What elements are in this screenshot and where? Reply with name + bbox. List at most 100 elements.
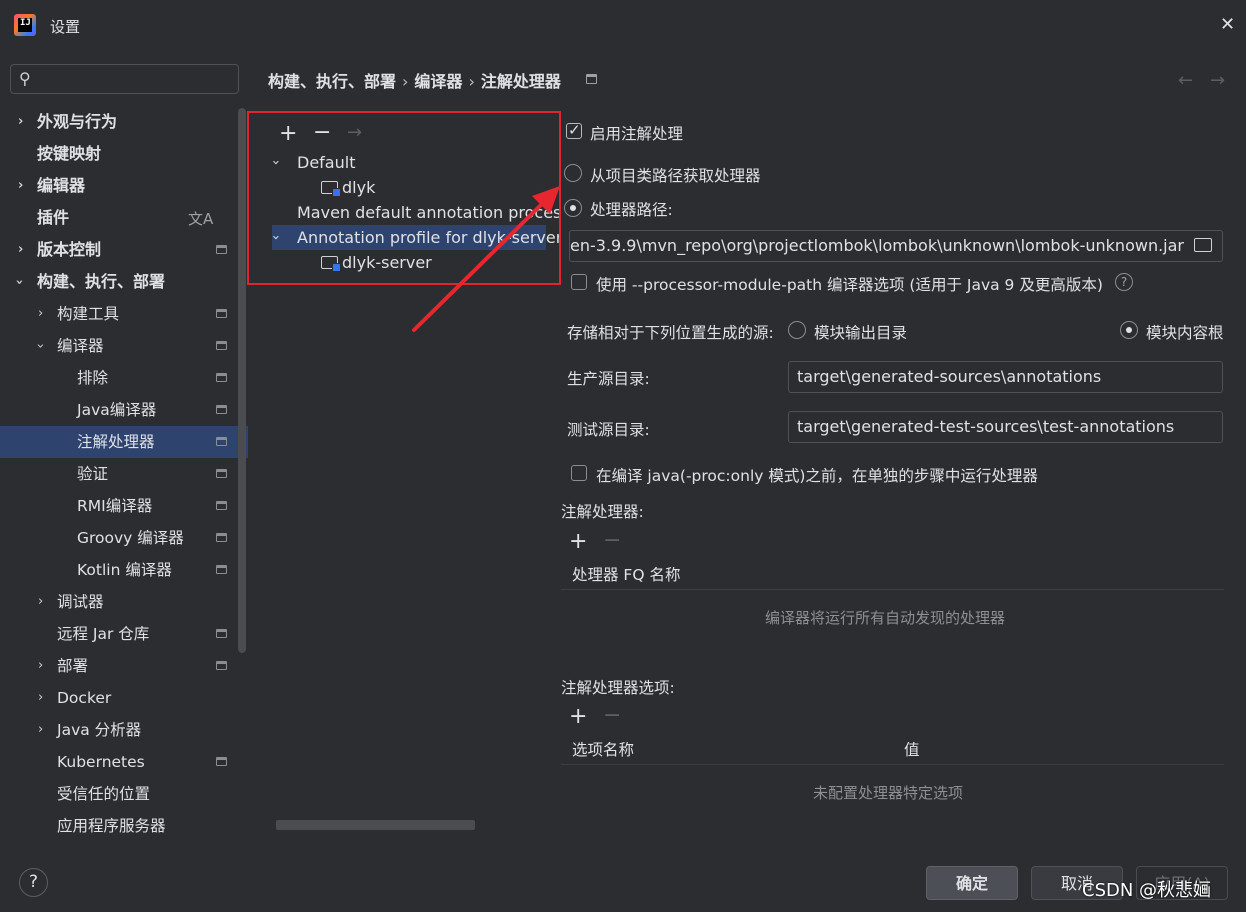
sidebar-item-excludes[interactable]: 排除 [0, 362, 248, 394]
processors-empty-text: 编译器将运行所有自动发现的处理器 [765, 609, 1006, 627]
sidebar-item-label: 受信任的位置 [57, 785, 151, 803]
column-header-option-name[interactable]: 选项名称 [572, 735, 634, 765]
tree-row-maven-default[interactable]: Maven default annotation processors prof… [249, 200, 559, 225]
module-content-root-label: 模块内容根 [1146, 324, 1224, 342]
proc-only-label: 在编译 java(-proc:only 模式)之前，在单独的步骤中运行处理器 [596, 467, 1038, 485]
project-level-icon [586, 74, 597, 84]
column-header-value[interactable]: 值 [904, 735, 920, 765]
production-sources-input[interactable]: target\generated-sources\annotations [788, 361, 1223, 393]
sidebar-item-application-servers[interactable]: 应用程序服务器 [0, 810, 248, 842]
sidebar-item-label: Kubernetes [57, 753, 145, 771]
ok-button[interactable]: 确定 [926, 866, 1018, 900]
sidebar-item-appearance[interactable]: › 外观与行为 [0, 106, 248, 138]
column-header-fq-name[interactable]: 处理器 FQ 名称 [572, 560, 680, 590]
sidebar-item-label: 编译器 [57, 337, 104, 355]
processor-path-radio[interactable] [564, 199, 582, 217]
move-profile-button[interactable]: → [347, 122, 362, 144]
remove-profile-button[interactable]: − [313, 122, 331, 144]
breadcrumb: 构建、执行、部署 › 编译器 › 注解处理器 [268, 68, 561, 92]
enable-processing-checkbox[interactable] [566, 121, 582, 139]
tree-row-module[interactable]: dlyk [249, 175, 559, 200]
processors-table-header: 处理器 FQ 名称 [561, 560, 1224, 590]
sidebar-item-label: 验证 [77, 465, 109, 483]
sidebar-item-label: 应用程序服务器 [57, 817, 166, 835]
sidebar-item-rmi-compiler[interactable]: RMI编译器 [0, 490, 248, 522]
chevron-down-icon: › [268, 234, 284, 241]
sidebar-item-label: RMI编译器 [77, 497, 153, 515]
tree-row-default[interactable]: › Default [249, 150, 559, 175]
sidebar-item-groovy-compiler[interactable]: Groovy 编译器 [0, 522, 248, 554]
sidebar-item-label: Kotlin 编译器 [77, 561, 172, 579]
profile-tree-scrollbar[interactable] [276, 820, 475, 830]
sidebar-item-java-compiler[interactable]: Java编译器 [0, 394, 248, 426]
module-folder-icon [321, 181, 341, 197]
arrow-right-icon[interactable]: → [1210, 70, 1225, 91]
sidebar-item-label: Java 分析器 [57, 721, 142, 739]
sidebar-item-editor[interactable]: › 编辑器 [0, 170, 248, 202]
test-sources-input[interactable]: target\generated-test-sources\test-annot… [788, 411, 1223, 443]
sidebar-item-validation[interactable]: 验证 [0, 458, 248, 490]
module-path-checkbox[interactable] [571, 274, 587, 290]
intellij-logo-icon: IJ [14, 14, 36, 36]
arrow-left-icon[interactable]: ← [1178, 70, 1193, 91]
search-input[interactable]: ⚲ [10, 64, 239, 94]
project-level-icon [216, 565, 227, 574]
project-level-icon [216, 757, 227, 766]
tree-row-profile-dlyk-server[interactable]: › Annotation profile for dlyk-server [268, 225, 559, 250]
project-level-icon [216, 501, 227, 510]
sidebar-item-remote-jar-repositories[interactable]: 远程 Jar 仓库 [0, 618, 248, 650]
module-content-root-radio[interactable] [1120, 321, 1138, 339]
sidebar-item-docker[interactable]: › Docker [0, 682, 248, 714]
breadcrumb-part[interactable]: 编译器 [414, 72, 462, 91]
csdn-watermark: CSDN @秋悲婳 [1082, 880, 1212, 901]
test-sources-label: 测试源目录: [567, 421, 650, 439]
translate-icon: 文A [188, 210, 214, 228]
chevron-right-icon: › [38, 594, 44, 609]
sidebar-item-label: 版本控制 [37, 240, 102, 259]
sidebar-item-label: 部署 [57, 657, 89, 675]
breadcrumb-part[interactable]: 构建、执行、部署 [268, 72, 396, 91]
sidebar-item-label: Docker [57, 689, 112, 707]
sidebar-item-build-execution-deployment[interactable]: › 构建、执行、部署 [0, 266, 248, 298]
sidebar-item-trusted-locations[interactable]: 受信任的位置 [0, 778, 248, 810]
sidebar-item-label: 构建、执行、部署 [37, 272, 166, 291]
chevron-down-icon: › [32, 343, 48, 349]
options-section-title: 注解处理器选项: [561, 679, 675, 697]
sidebar-scrollbar[interactable] [238, 108, 246, 653]
add-option-button[interactable]: + [569, 704, 587, 729]
module-path-label: 使用 --processor-module-path 编译器选项 (适用于 Ja… [596, 276, 1103, 294]
remove-processor-button[interactable]: − [603, 528, 621, 553]
module-folder-icon [321, 256, 341, 272]
sidebar-item-kotlin-compiler[interactable]: Kotlin 编译器 [0, 554, 248, 586]
sidebar-item-label: 外观与行为 [37, 112, 118, 131]
help-icon[interactable]: ? [1115, 273, 1133, 291]
remove-option-button[interactable]: − [603, 703, 621, 728]
help-button[interactable]: ? [19, 868, 48, 897]
store-relative-label: 存储相对于下列位置生成的源: [567, 324, 774, 342]
folder-icon[interactable] [1194, 238, 1212, 252]
sidebar-item-compiler[interactable]: › 编译器 [0, 330, 248, 362]
project-level-icon [216, 661, 227, 670]
tree-row-label: Default [297, 153, 356, 172]
title-bar [0, 0, 1246, 52]
sidebar-item-deployment[interactable]: › 部署 [0, 650, 248, 682]
tree-row-module[interactable]: dlyk-server [249, 250, 559, 275]
sidebar-item-annotation-processors[interactable]: 注解处理器 [0, 426, 248, 458]
proc-only-checkbox[interactable] [571, 465, 587, 481]
chevron-right-icon: › [18, 114, 24, 129]
window-title: 设置 [50, 18, 81, 36]
obtain-from-classpath-radio[interactable] [564, 164, 582, 182]
sidebar-item-java-profiler[interactable]: › Java 分析器 [0, 714, 248, 746]
sidebar-item-keymap[interactable]: 按键映射 [0, 138, 248, 170]
sidebar-item-version-control[interactable]: › 版本控制 [0, 234, 248, 266]
close-icon[interactable]: ✕ [1220, 14, 1235, 35]
sidebar-item-kubernetes[interactable]: Kubernetes [0, 746, 248, 778]
add-profile-button[interactable]: + [279, 123, 297, 145]
tree-row-label: dlyk [342, 178, 376, 197]
sidebar-item-label: 调试器 [57, 593, 104, 611]
processor-path-input[interactable]: D:\apache-maven-3.9.9\mvn_repo\org\proje… [569, 230, 1223, 262]
sidebar-item-debugger[interactable]: › 调试器 [0, 586, 248, 618]
module-output-dir-radio[interactable] [788, 321, 806, 339]
sidebar-item-build-tools[interactable]: › 构建工具 [0, 298, 248, 330]
add-processor-button[interactable]: + [569, 529, 587, 554]
